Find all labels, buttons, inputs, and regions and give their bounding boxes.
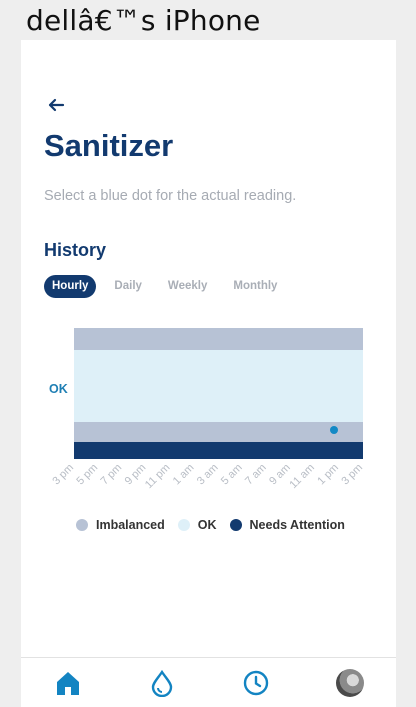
page-title: Sanitizer xyxy=(44,128,174,163)
x-tick-label: 7 am xyxy=(243,462,269,488)
band-imbalanced-bottom xyxy=(74,422,363,442)
nav-history[interactable] xyxy=(241,668,271,698)
band-label-ok: OK xyxy=(49,382,68,396)
chart-legend: Imbalanced OK Needs Attention xyxy=(76,518,358,532)
x-tick-label: 5 am xyxy=(219,462,245,488)
legend-dot-imbalanced xyxy=(76,519,88,531)
x-tick-label: 11 pm xyxy=(143,462,173,492)
clock-icon xyxy=(243,670,269,696)
bottom-nav xyxy=(21,657,396,707)
x-tick-label: 11 am xyxy=(287,462,317,492)
nav-water[interactable] xyxy=(147,668,177,698)
band-imbalanced-top xyxy=(74,328,363,350)
history-tabs: Hourly Daily Weekly Monthly xyxy=(44,275,295,298)
back-arrow-icon xyxy=(48,98,65,112)
nav-profile[interactable] xyxy=(335,668,365,698)
legend-dot-ok xyxy=(177,519,190,531)
avatar xyxy=(336,669,364,697)
legend-label-ok: OK xyxy=(197,518,217,532)
x-tick-label: 7 pm xyxy=(99,462,125,488)
tab-hourly[interactable]: Hourly xyxy=(44,275,97,298)
legend-item-ok: OK xyxy=(177,518,217,532)
x-axis-ticks: 3 pm5 pm7 pm9 pm11 pm1 am3 am5 am7 am9 a… xyxy=(50,462,365,492)
legend-label-imbalanced: Imbalanced xyxy=(96,518,165,532)
page-subtitle: Select a blue dot for the actual reading… xyxy=(44,188,297,204)
legend-label-needs-attention: Needs Attention xyxy=(249,518,345,532)
tab-monthly[interactable]: Monthly xyxy=(225,275,285,298)
x-tick-label: 5 pm xyxy=(74,462,100,488)
band-needs-attention xyxy=(74,442,363,459)
tab-weekly[interactable]: Weekly xyxy=(160,275,215,298)
x-tick-label: 3 pm xyxy=(339,462,365,488)
history-chart: OK 3 pm5 pm7 pm9 pm11 pm1 am3 am5 am7 am… xyxy=(49,328,365,492)
back-button[interactable] xyxy=(44,94,68,116)
water-drop-icon xyxy=(151,669,173,697)
device-title: dellâ€™s iPhone xyxy=(26,4,261,37)
legend-item-imbalanced: Imbalanced xyxy=(76,518,165,532)
app-screen: Sanitizer Select a blue dot for the actu… xyxy=(21,40,396,707)
band-ok xyxy=(74,350,363,422)
nav-home[interactable] xyxy=(53,668,83,698)
x-tick-label: 1 am xyxy=(171,462,197,488)
reading-point[interactable] xyxy=(330,426,338,434)
tab-daily[interactable]: Daily xyxy=(106,275,150,298)
legend-dot-needs-attention xyxy=(229,519,242,531)
history-heading: History xyxy=(44,240,107,260)
x-tick-label: 3 pm xyxy=(50,462,76,488)
legend-item-needs-attention: Needs Attention xyxy=(229,518,345,532)
home-icon xyxy=(57,672,79,695)
x-tick-label: 1 pm xyxy=(315,462,341,488)
x-tick-label: 3 am xyxy=(195,462,221,488)
